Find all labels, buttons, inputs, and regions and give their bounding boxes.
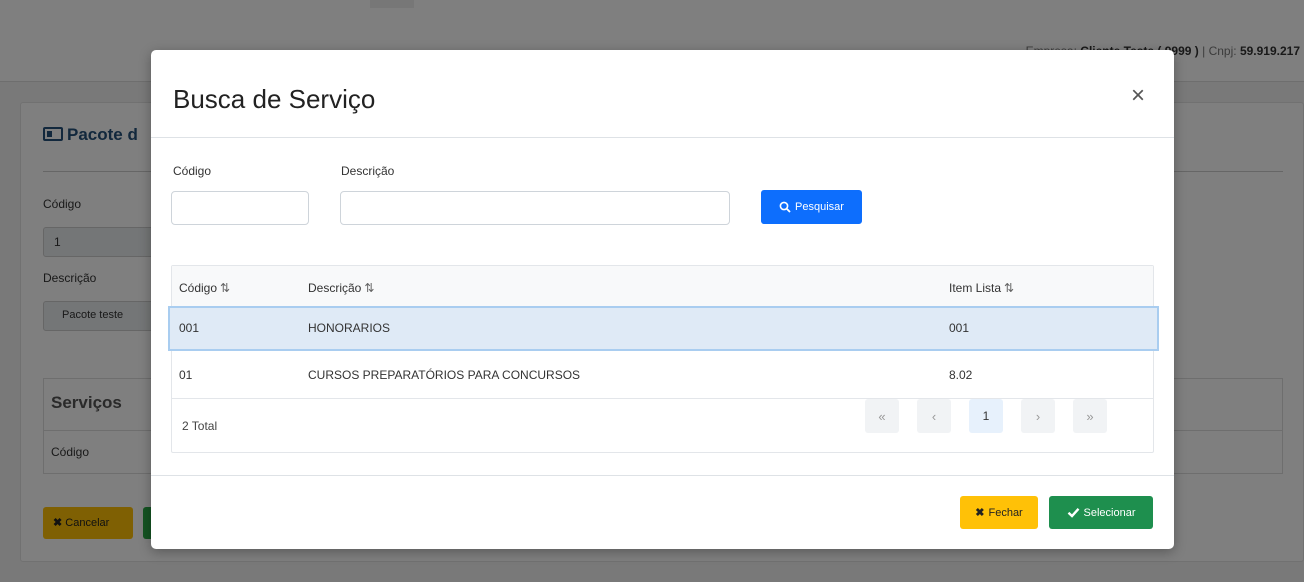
paginator: 2 Total « ‹ 1 › » (172, 399, 1153, 453)
servicos-table: Código ⇅ Descrição ⇅ Item Lista ⇅ 001 HONOR… (168, 265, 1159, 453)
total-count: 2 Total (182, 419, 218, 433)
busca-servico-modal: Busca de Serviço × Código Descrição Pesq… (151, 50, 1174, 549)
cell-descricao: CURSOS PREPARATÓRIOS PARA CONCURSOS (308, 368, 581, 382)
table-row[interactable]: 001 HONORARIOS 001 (168, 306, 1159, 351)
filter-codigo-label: Código (173, 164, 212, 178)
pesquisar-label: Pesquisar (795, 201, 844, 213)
table-row[interactable]: 01 CURSOS PREPARATÓRIOS PARA CONCURSOS 8… (172, 353, 1153, 399)
cell-item-lista: 8.02 (949, 368, 973, 382)
cell-codigo: 01 (179, 368, 193, 382)
selecionar-button[interactable]: Selecionar (1049, 496, 1153, 529)
fechar-button[interactable]: ✖ Fechar (960, 496, 1038, 529)
modal-title: Busca de Serviço (173, 84, 376, 114)
cell-descricao: HONORARIOS (308, 321, 391, 335)
last-page-button[interactable]: » (1073, 399, 1107, 433)
x-icon: ✖ (975, 507, 985, 519)
modal-footer-divider (151, 475, 1174, 476)
filter-descricao-label: Descrição (341, 164, 395, 178)
cell-item-lista: 001 (949, 321, 970, 335)
sort-icon: ⇅ (1004, 281, 1014, 295)
column-header-codigo[interactable]: Código ⇅ (179, 281, 230, 295)
sort-icon: ⇅ (220, 281, 230, 295)
column-header-item-lista[interactable]: Item Lista ⇅ (949, 281, 1014, 295)
selecionar-label: Selecionar (1083, 506, 1136, 519)
pesquisar-button[interactable]: Pesquisar (761, 190, 862, 224)
next-page-button[interactable]: › (1021, 399, 1055, 433)
filter-codigo-input[interactable] (171, 191, 309, 225)
search-icon (779, 201, 791, 213)
filter-descricao-input[interactable] (340, 191, 730, 225)
fechar-label: Fechar (988, 506, 1023, 519)
modal-header-divider (151, 137, 1174, 138)
first-page-button[interactable]: « (865, 399, 899, 433)
prev-page-button[interactable]: ‹ (917, 399, 951, 433)
check-icon (1067, 507, 1079, 518)
cell-codigo: 001 (179, 321, 200, 335)
page-number-button[interactable]: 1 (969, 399, 1003, 433)
column-header-descricao[interactable]: Descrição ⇅ (308, 281, 374, 295)
sort-icon: ⇅ (364, 281, 374, 295)
close-icon[interactable]: × (1128, 84, 1148, 108)
